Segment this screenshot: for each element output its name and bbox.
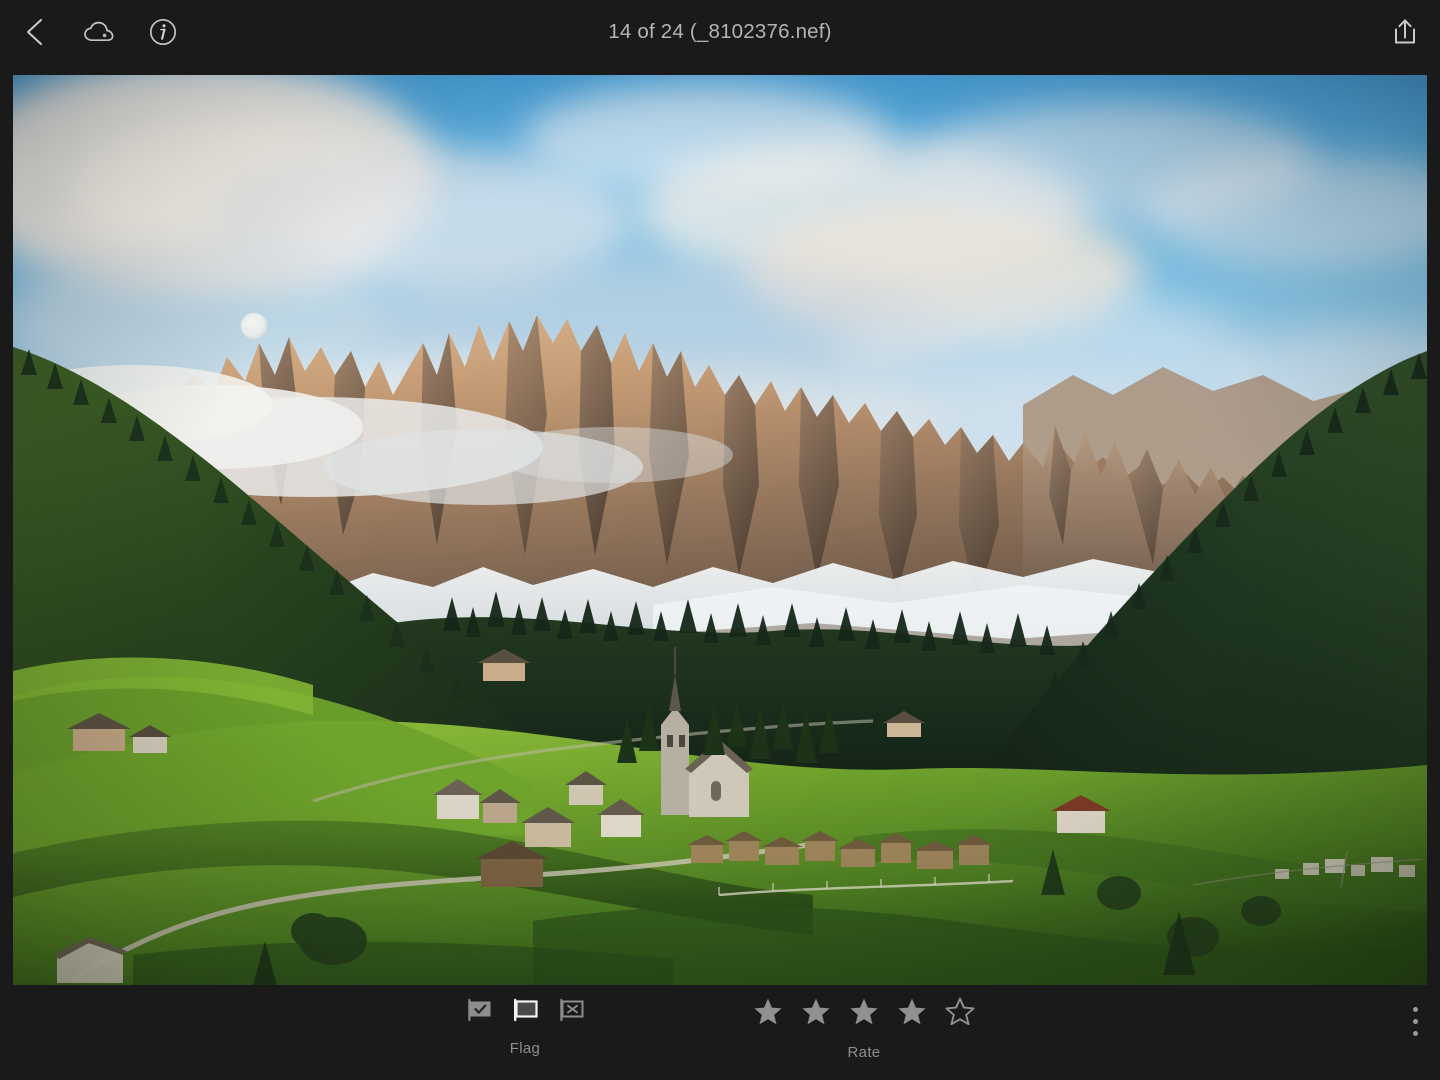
flag-group: Flag	[456, 997, 594, 1057]
photo-title-text: 14 of 24 (_8102376.nef)	[608, 20, 832, 43]
share-upload-icon	[1390, 16, 1420, 48]
star-filled-icon	[897, 997, 927, 1031]
flag-plain-icon	[511, 998, 539, 1027]
more-options-button[interactable]	[1398, 1001, 1432, 1041]
flag-group-label: Flag	[509, 1040, 541, 1057]
cloud-sync-icon	[83, 20, 115, 44]
star-1-button[interactable]	[744, 997, 792, 1031]
photo-viewer-app: 14 of 24 (_8102376.nef) Flag Rate	[0, 0, 1440, 1080]
flag-pick-button[interactable]	[456, 997, 502, 1027]
star-2-button[interactable]	[792, 997, 840, 1031]
flag-reject-icon	[557, 998, 585, 1027]
top-toolbar-left-group	[18, 15, 180, 49]
top-toolbar-right-group	[1388, 15, 1422, 49]
page-title: 14 of 24 (_8102376.nef)	[0, 0, 1440, 64]
star-outline-icon	[945, 997, 975, 1031]
star-3-button[interactable]	[840, 997, 888, 1031]
rate-group: Rate	[744, 997, 984, 1061]
star-filled-icon	[849, 997, 879, 1031]
rate-group-label: Rate	[847, 1044, 881, 1061]
flag-unflagged-button[interactable]	[502, 997, 548, 1027]
cloud-sync-button[interactable]	[82, 15, 116, 49]
flag-reject-button[interactable]	[548, 997, 594, 1027]
star-filled-icon	[801, 997, 831, 1031]
bottom-toolbar: Flag Rate	[0, 985, 1440, 1080]
flag-check-icon	[465, 998, 493, 1027]
village-layer	[13, 75, 1427, 985]
back-button[interactable]	[18, 15, 52, 49]
bottom-toolbar-groups: Flag Rate	[456, 997, 984, 1061]
star-4-button[interactable]	[888, 997, 936, 1031]
share-button[interactable]	[1388, 15, 1422, 49]
flag-buttons-row	[456, 997, 594, 1027]
chevron-left-icon	[22, 17, 48, 47]
star-filled-icon	[753, 997, 783, 1031]
photo-viewport[interactable]	[13, 75, 1427, 985]
top-toolbar: 14 of 24 (_8102376.nef)	[0, 0, 1440, 64]
info-circle-icon	[148, 17, 178, 47]
more-vertical-icon	[1412, 1006, 1418, 1036]
photo-stage[interactable]	[0, 64, 1440, 985]
star-5-button[interactable]	[936, 997, 984, 1031]
rating-stars-row	[744, 997, 984, 1031]
landscape-photo	[13, 75, 1427, 985]
info-button[interactable]	[146, 15, 180, 49]
